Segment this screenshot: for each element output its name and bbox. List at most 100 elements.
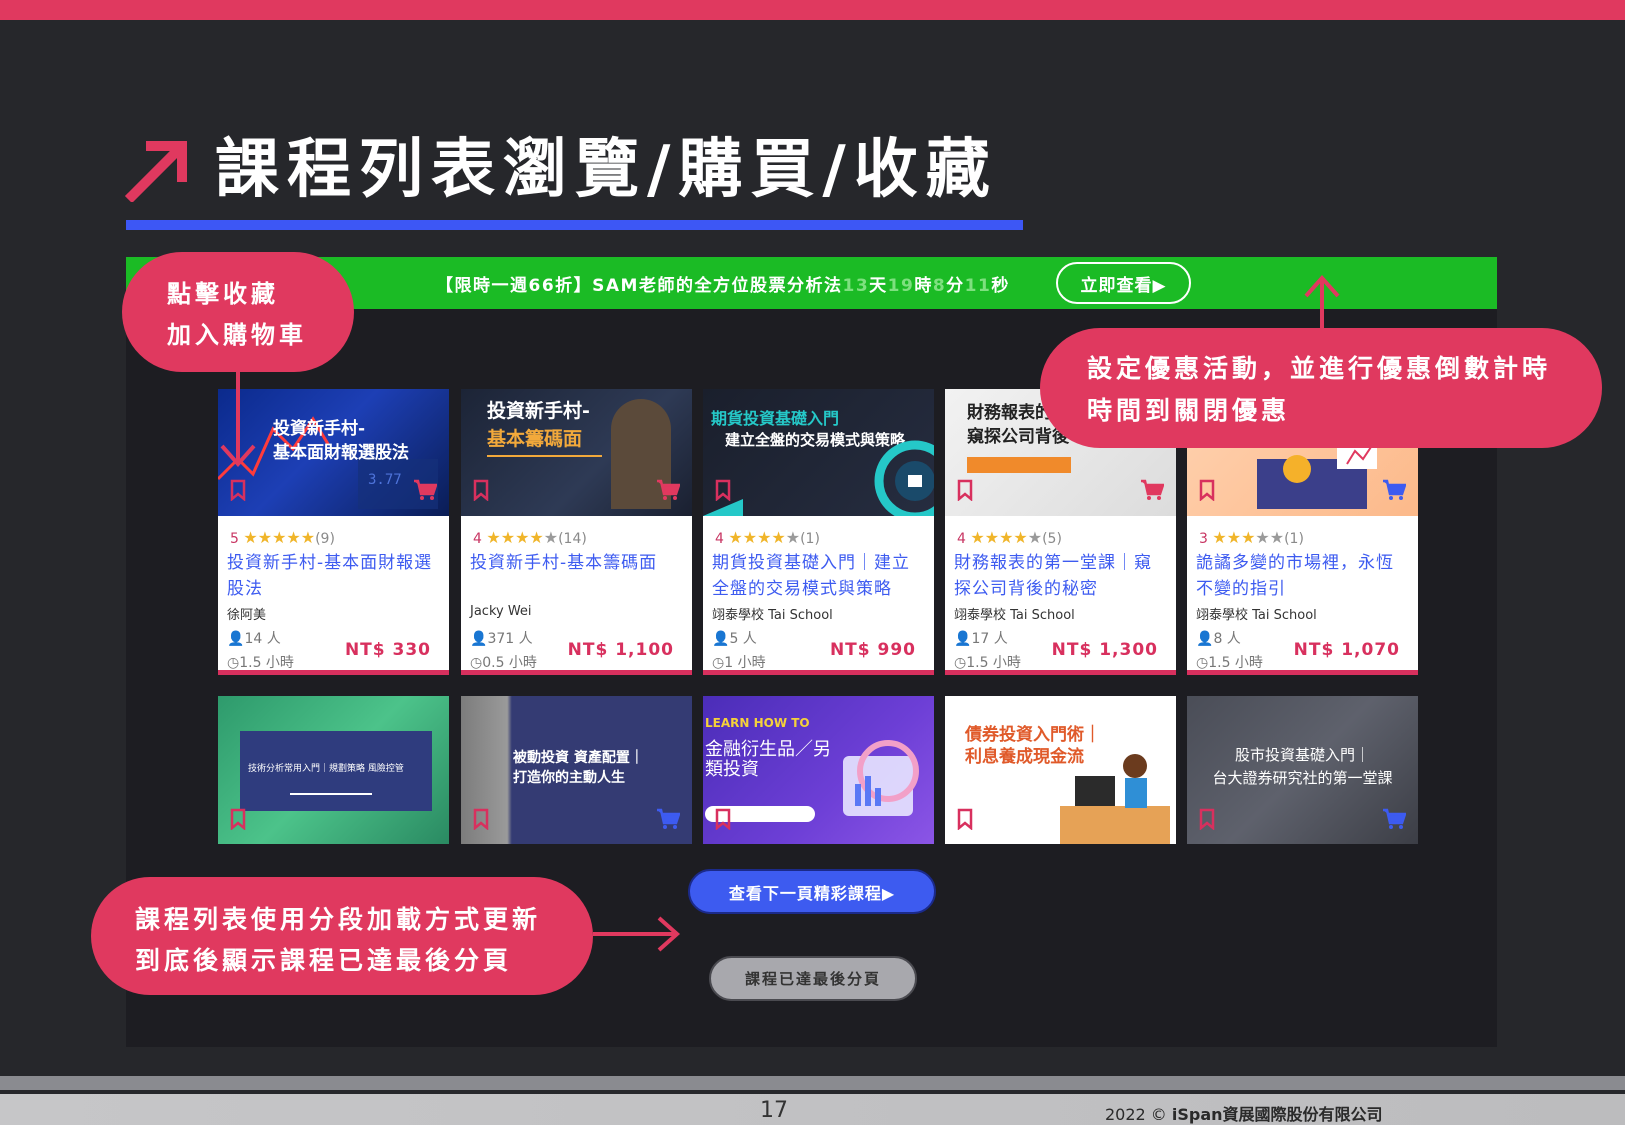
callout-promo-line2: 時間到關閉優惠 <box>1087 396 1291 425</box>
footer-band <box>0 1076 1625 1090</box>
bookmark-icon[interactable] <box>957 808 973 830</box>
course-rating: 4 ★★★★★(5) <box>957 528 1062 547</box>
course-hours: ◷1.5 小時 <box>227 655 294 671</box>
cart-icon[interactable] <box>1382 808 1406 830</box>
course-card[interactable]: 被動投資 資產配置｜ 打造你的主動人生 <box>461 696 692 844</box>
cart-icon[interactable] <box>413 479 437 501</box>
promo-view-button[interactable]: 立即查看▶ <box>1056 262 1191 304</box>
callout-paging: 課程列表使用分段加載方式更新 到底後顯示課程已達最後分頁 <box>91 877 593 995</box>
course-card[interactable]: 期貨投資基礎入門 建立全盤的交易模式與策略 4 ★★★★★(1) 期貨投資基礎入… <box>703 389 934 675</box>
course-hours: ◷0.5 小時 <box>470 655 537 671</box>
title-underline <box>126 220 1023 230</box>
thumb-panel: 技術分析常用入門｜規劃策略 風險控管 <box>240 731 432 811</box>
course-hours: ◷1 小時 <box>712 655 766 671</box>
top-accent-bar <box>0 0 1625 20</box>
thumb-divider <box>487 455 602 457</box>
thumb-title: 股市投資基礎入門｜ 台大證券研究社的第一堂課 <box>1212 746 1393 787</box>
thumb-title: 投資新手村- 基本面財報選股法 <box>273 419 409 463</box>
course-rating: 3 ★★★★★(1) <box>1199 528 1304 547</box>
bookmark-icon[interactable] <box>715 808 731 830</box>
bookmark-icon[interactable] <box>230 479 246 501</box>
star-rating-icon: ★★★★★ <box>1212 528 1285 547</box>
course-students: 👤14 人 <box>227 631 281 647</box>
course-price: NT$ 330 <box>344 640 431 660</box>
bookmark-icon[interactable] <box>957 479 973 501</box>
next-page-button[interactable]: 查看下一頁精彩課程▶ <box>688 869 936 914</box>
course-card[interactable]: 股市投資基礎入門｜ 台大證券研究社的第一堂課 <box>1187 696 1418 844</box>
clock-icon: ◷ <box>1196 655 1209 671</box>
cart-icon[interactable] <box>1382 479 1406 501</box>
countdown-days: 13 <box>842 276 870 296</box>
course-thumbnail: 3.77 投資新手村- 基本面財報選股法 <box>218 389 449 516</box>
thumb-title: 被動投資 資產配置｜ 打造你的主動人生 <box>513 750 644 786</box>
countdown-hours: 19 <box>887 276 915 296</box>
course-hours: ◷1.5 小時 <box>1196 655 1263 671</box>
thumb-tag <box>967 457 1071 473</box>
star-rating-icon: ★★★★★ <box>486 528 559 547</box>
countdown-minutes: 8 <box>932 276 947 296</box>
cart-icon[interactable] <box>656 479 680 501</box>
course-card[interactable]: 投資新手村- 基本籌碼面 4 ★★★★★(14) 投資新手村-基本籌碼面 Jack… <box>461 389 692 675</box>
card-bottom-accent <box>703 670 934 675</box>
callout-promo: 設定優惠活動，並進行優惠倒數計時 時間到關閉優惠 <box>1040 328 1602 448</box>
bookmark-icon[interactable] <box>230 808 246 830</box>
clock-icon: ◷ <box>954 655 967 671</box>
arrow-up-right-icon <box>124 141 187 202</box>
course-teacher: 翊泰學校 Tai School <box>1196 608 1317 623</box>
course-info: 4 ★★★★★(14) 投資新手村-基本籌碼面 Jacky Wei 👤371 人… <box>461 516 692 674</box>
course-card[interactable]: 3.77 投資新手村- 基本面財報選股法 5 ★★★★★(9) 投資新手村-基本面… <box>218 389 449 675</box>
page-number: 17 <box>760 1098 788 1123</box>
thumb-title: 投資新手村- 基本籌碼面 <box>487 400 590 450</box>
course-title[interactable]: 財務報表的第一堂課｜窺探公司背後的秘密 <box>954 550 1169 602</box>
bookmark-icon[interactable] <box>715 479 731 501</box>
course-info: 3 ★★★★★(1) 詭譎多變的市場裡，永恆不變的指引 翊泰學校 Tai Sch… <box>1187 516 1418 674</box>
copyright: 2022 © iSpan資展國際股份有限公司 <box>1105 1105 1383 1124</box>
course-teacher: 翊泰學校 Tai School <box>712 608 833 623</box>
course-students: 👤8 人 <box>1196 631 1241 647</box>
course-teacher: 翊泰學校 Tai School <box>954 608 1075 623</box>
course-info: 4 ★★★★★(1) 期貨投資基礎入門｜建立全盤的交易模式與策略 翊泰學校 Ta… <box>703 516 934 674</box>
bookmark-icon[interactable] <box>1199 479 1215 501</box>
thumb-title: 技術分析常用入門｜規劃策略 風險控管 <box>248 764 404 774</box>
course-price: NT$ 1,100 <box>567 640 674 660</box>
chart-graphic-image <box>703 440 934 516</box>
course-teacher: Jacky Wei <box>470 604 532 619</box>
card-bottom-accent <box>218 670 449 675</box>
star-rating-icon: ★★★★★ <box>970 528 1043 547</box>
course-card[interactable]: 債券投資入門術｜ 利息養成現金流 <box>945 696 1176 844</box>
course-title[interactable]: 投資新手村-基本籌碼面 <box>470 550 685 576</box>
countdown-seconds: 11 <box>964 276 992 296</box>
course-title[interactable]: 詭譎多變的市場裡，永恆不變的指引 <box>1196 550 1411 602</box>
course-teacher: 徐阿美 <box>227 608 267 623</box>
bookmark-icon[interactable] <box>1199 808 1215 830</box>
course-title[interactable]: 期貨投資基礎入門｜建立全盤的交易模式與策略 <box>712 550 927 602</box>
desk-illustration-image <box>1060 754 1170 844</box>
bookmark-icon[interactable] <box>473 808 489 830</box>
callout-paging-line2: 到底後顯示課程已達最後分頁 <box>135 946 513 975</box>
person-icon: 👤 <box>1196 631 1214 647</box>
card-bottom-accent <box>461 670 692 675</box>
course-title[interactable]: 投資新手村-基本面財報選股法 <box>227 550 442 602</box>
person-icon: 👤 <box>954 631 972 647</box>
bookmark-icon[interactable] <box>473 479 489 501</box>
cart-icon[interactable] <box>1140 479 1164 501</box>
slide-title: 課程列表瀏覽/購買/收藏 <box>215 133 998 207</box>
callout-favorite-line2: 加入購物車 <box>167 321 307 349</box>
person-icon: 👤 <box>712 631 730 647</box>
course-card[interactable]: 技術分析常用入門｜規劃策略 風險控管 <box>218 696 449 844</box>
card-bottom-accent <box>945 670 1176 675</box>
course-price: NT$ 1,070 <box>1293 640 1400 660</box>
course-rating: 5 ★★★★★(9) <box>230 528 335 547</box>
cart-icon[interactable] <box>656 808 680 830</box>
person-icon: 👤 <box>470 631 488 647</box>
clock-icon: ◷ <box>712 655 725 671</box>
course-price: NT$ 1,300 <box>1051 640 1158 660</box>
clock-icon: ◷ <box>227 655 240 671</box>
star-rating-icon: ★★★★★ <box>243 528 316 547</box>
course-card[interactable]: LEARN HOW TO 金融衍生品／另類投資 <box>703 696 934 844</box>
callout-promo-line1: 設定優惠活動，並進行優惠倒數計時 <box>1087 354 1552 383</box>
callout-favorite: 點擊收藏 加入購物車 <box>122 252 354 372</box>
magnifier-chart-image <box>705 740 919 822</box>
course-students: 👤5 人 <box>712 631 757 647</box>
course-price: NT$ 990 <box>829 640 916 660</box>
